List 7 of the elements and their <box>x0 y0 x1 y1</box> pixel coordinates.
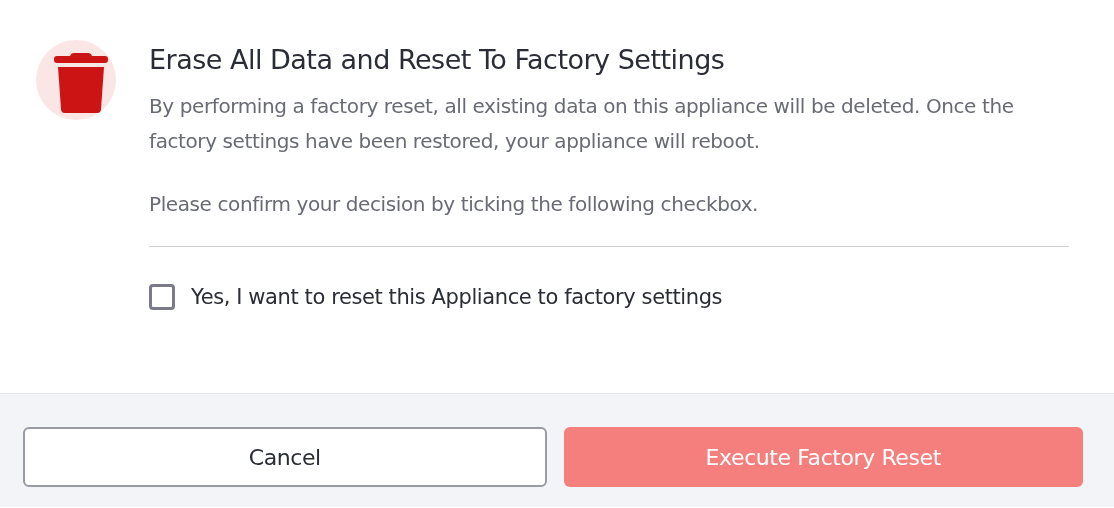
checkbox-label[interactable]: Yes, I want to reset this Appliance to factory settings <box>191 285 723 309</box>
trash-icon <box>36 40 116 120</box>
cancel-button[interactable]: Cancel <box>23 427 547 487</box>
checkbox[interactable] <box>149 284 175 310</box>
description-text: Please confirm your decision by ticking the following checkbox. <box>149 191 760 218</box>
description-text: By performing a factory reset, all existing data on this appliance will be deleted. Once the factory settings have been restored, your appliance will reboot. <box>149 93 1015 155</box>
dialog-title: Erase All Data and Reset To Factory Settings <box>149 44 726 75</box>
